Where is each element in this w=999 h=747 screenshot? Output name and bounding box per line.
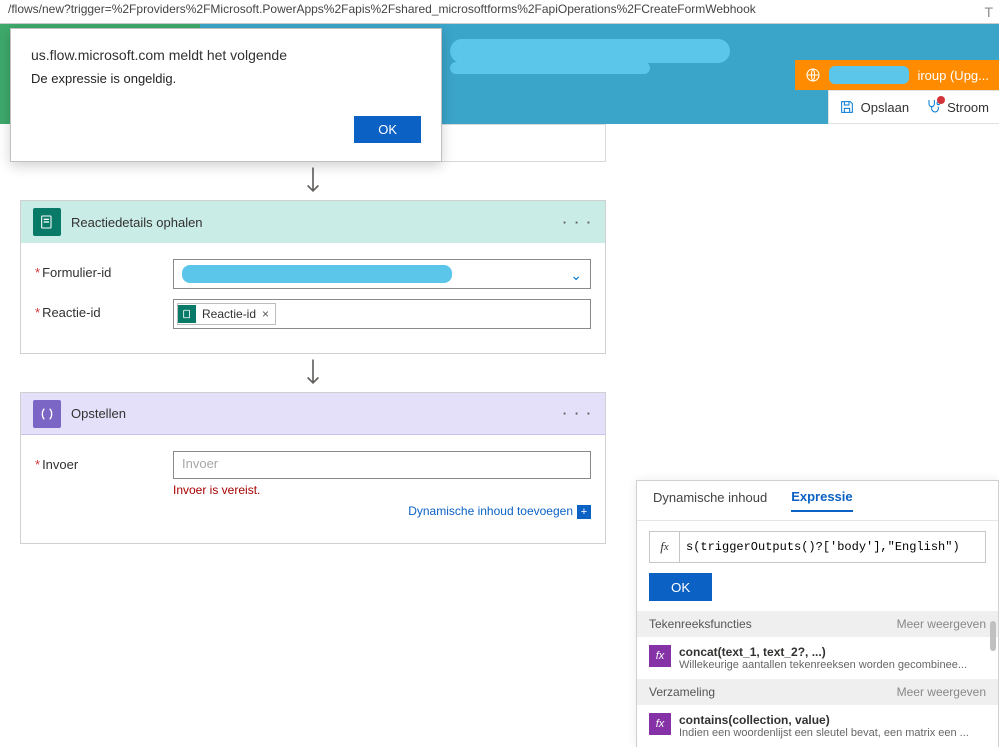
compose-card-title: Opstellen [71,406,563,421]
expression-input[interactable] [680,532,985,562]
function-signature: concat(text_1, text_2?, ...) [679,645,967,659]
add-dynamic-content-link[interactable]: Dynamische inhoud toevoegen+ [408,504,591,518]
fx-icon: fx [650,532,680,562]
fx-icon: fx [649,645,671,667]
fx-icon: fx [649,713,671,735]
form-id-label: *Formulier-id [35,259,165,280]
forms-card-title: Reactiedetails ophalen [71,215,563,230]
expression-input-row: fx [649,531,986,563]
redaction [450,39,730,63]
browser-url-bar[interactable]: /flows/new?trigger=%2Fproviders%2FMicros… [0,0,999,24]
redaction [450,62,650,74]
card-menu-button[interactable]: · · · [563,406,593,421]
remove-token-button[interactable]: × [262,307,269,321]
response-id-token[interactable]: Reactie-id × [177,303,276,325]
function-description: Willekeurige aantallen tekenreeksen word… [679,659,967,671]
category-string-functions[interactable]: Tekenreeksfuncties Meer weergeven [637,611,998,637]
category-label: Tekenreeksfuncties [649,617,752,631]
forms-icon [178,305,196,323]
category-label: Verzameling [649,685,715,699]
connector-arrow [20,354,606,392]
org-badge[interactable]: iroup (Upg... [795,60,999,90]
save-button[interactable]: Opslaan [839,99,909,115]
scrollbar-thumb[interactable] [990,621,996,651]
stethoscope-icon [925,98,941,114]
dialog-host: us.flow.microsoft.com meldt het volgende [31,47,421,63]
tab-dynamic-content[interactable]: Dynamische inhoud [653,490,767,511]
tab-expression[interactable]: Expressie [791,489,852,512]
token-label: Reactie-id [202,307,256,321]
function-signature: contains(collection, value) [679,713,969,727]
function-description: Indien een woordenlijst een sleutel beva… [679,727,969,739]
flow-checker-label: Stroom [947,100,989,115]
compose-card-header[interactable]: Opstellen · · · [21,393,605,435]
expression-ok-button[interactable]: OK [649,573,712,601]
invoer-error: Invoer is vereist. [173,483,591,497]
function-concat[interactable]: fx concat(text_1, text_2?, ...) Willekeu… [637,637,998,679]
invoer-label: *Invoer [35,451,165,472]
redaction [829,66,909,84]
redaction [182,265,452,283]
dialog-ok-button[interactable]: OK [354,116,421,143]
forms-card-header[interactable]: Reactiedetails ophalen · · · [21,201,605,243]
response-id-field[interactable]: Reactie-id × [173,299,591,329]
forms-icon [33,208,61,236]
invoer-input[interactable]: Invoer [173,451,591,479]
connector-arrow [20,162,606,200]
plus-icon: + [577,505,591,519]
show-more-link[interactable]: Meer weergeven [897,617,986,631]
flow-toolbar: Opslaan Stroom [828,90,999,124]
response-id-label: *Reactie-id [35,299,165,320]
chevron-down-icon: ⌄ [570,267,582,284]
category-collection[interactable]: Verzameling Meer weergeven [637,679,998,705]
globe-icon [805,67,821,83]
org-name-suffix: iroup (Upg... [917,68,989,83]
save-label: Opslaan [861,100,909,115]
form-id-dropdown[interactable]: ⌄ [173,259,591,289]
card-menu-button[interactable]: · · · [563,215,593,230]
dialog-message: De expressie is ongeldig. [31,71,421,86]
show-more-link[interactable]: Meer weergeven [897,685,986,699]
function-contains[interactable]: fx contains(collection, value) Indien ee… [637,705,998,747]
alert-dialog: us.flow.microsoft.com meldt het volgende… [10,28,442,162]
expression-panel: Dynamische inhoud Expressie fx OK Tekenr… [636,480,999,747]
save-icon [839,99,855,115]
tab-indicator: T [984,4,993,20]
compose-icon [33,400,61,428]
flow-checker-button[interactable]: Stroom [925,98,989,117]
compose-card: Opstellen · · · *Invoer Invoer Invoer is… [20,392,606,544]
forms-card: Reactiedetails ophalen · · · *Formulier-… [20,200,606,354]
